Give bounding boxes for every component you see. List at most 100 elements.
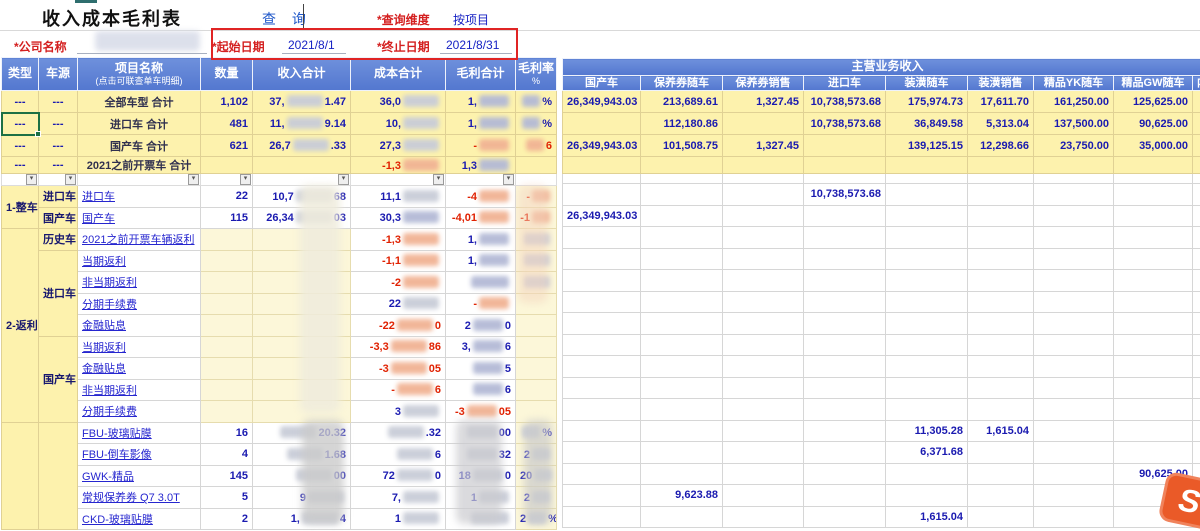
- cell: [563, 420, 641, 442]
- cell: [1193, 91, 1200, 113]
- censor-blur: [479, 139, 509, 151]
- cell: [804, 399, 886, 421]
- value-fragment: -3: [379, 363, 389, 375]
- cell-profit: 1,: [446, 250, 516, 272]
- project-link[interactable]: 当期返利: [82, 342, 126, 354]
- cell: [968, 313, 1034, 335]
- censor-blur: [403, 512, 439, 524]
- cell: [641, 463, 723, 485]
- cell: 161,250.00: [1034, 91, 1114, 113]
- project-link[interactable]: 国产车: [82, 213, 115, 225]
- value-fragment: 0: [435, 320, 441, 332]
- cell: [1193, 113, 1200, 135]
- censor-blur: [287, 117, 323, 129]
- cell: [641, 399, 723, 421]
- cell-source: ---: [39, 113, 78, 135]
- profit-table-left: 类型 车源 项目名称(点击可联查单车明细) 数量 收入合计 成本合计 毛利合计 …: [1, 57, 557, 530]
- value-fragment: 0: [505, 470, 511, 482]
- project-link[interactable]: FBU-倒车影像: [82, 449, 152, 461]
- cell: [804, 506, 886, 528]
- cell: 35,000.00: [1114, 135, 1193, 157]
- cell-margin: 2%: [516, 508, 557, 530]
- project-link[interactable]: 金融贴息: [82, 363, 126, 375]
- cell-profit: 32: [446, 444, 516, 466]
- value-fragment: 22: [389, 298, 401, 310]
- value-fragment: 72: [383, 470, 395, 482]
- cell-type[interactable]: ---: [2, 113, 39, 135]
- value-fragment: -4: [467, 191, 477, 203]
- project-link[interactable]: FBU-玻璃贴膜: [82, 428, 152, 440]
- cell: [641, 313, 723, 335]
- cell: [563, 113, 641, 135]
- project-link[interactable]: 2021之前开票车辆返利: [82, 234, 194, 246]
- project-link[interactable]: CKD-玻璃贴膜: [82, 514, 153, 526]
- query-button[interactable]: 查 询: [262, 9, 312, 29]
- cell: [1193, 313, 1200, 335]
- cell-cost: -3,386: [351, 336, 446, 358]
- project-link[interactable]: GWK-精品: [82, 471, 134, 483]
- cell-type[interactable]: ---: [2, 91, 39, 113]
- filter-dropdown-icon[interactable]: ▾: [240, 174, 251, 185]
- cell: [723, 205, 804, 227]
- table-row: 26,349,943.03213,689.611,327.4510,738,57…: [563, 91, 1200, 113]
- filter-dropdown-icon[interactable]: ▾: [503, 174, 514, 185]
- cell-profit: 1: [446, 487, 516, 509]
- project-link[interactable]: 金融贴息: [82, 320, 126, 332]
- query-dimension-value[interactable]: 按项目: [453, 11, 489, 28]
- filter-dropdown-icon[interactable]: ▾: [26, 174, 37, 185]
- value-fragment: -: [526, 191, 530, 203]
- col-header-7: 精品GW随车: [1114, 76, 1193, 91]
- cell-qty: [201, 315, 253, 337]
- project-link[interactable]: 当期返利: [82, 256, 126, 268]
- cell-qty: 1,102: [201, 91, 253, 113]
- cell-revenue: 1,4: [253, 508, 351, 530]
- censor-blur: [532, 491, 550, 503]
- filter-dropdown-icon[interactable]: ▾: [188, 174, 199, 185]
- cell: [723, 442, 804, 464]
- project-link[interactable]: 进口车: [82, 191, 115, 203]
- cell-type[interactable]: ---: [2, 135, 39, 157]
- filter-dropdown-icon[interactable]: ▾: [338, 174, 349, 185]
- cell: 26,349,943.03: [563, 135, 641, 157]
- table-row: 国产车国产车 115 26,3403 30,3 -4,01 -1: [2, 207, 557, 229]
- table-row: 金融贴息 -220 20: [2, 315, 557, 337]
- filter-dropdown-icon[interactable]: ▾: [65, 174, 76, 185]
- cell: [1034, 184, 1114, 206]
- project-link[interactable]: 分期手续费: [82, 406, 137, 418]
- cell-margin: %: [516, 422, 557, 444]
- cell: [563, 334, 641, 356]
- censor-blur: [524, 276, 550, 288]
- project-link[interactable]: 常规保养券 Q7 3.0T: [82, 492, 180, 504]
- cell-profit: 1,: [446, 113, 516, 135]
- cell-cost: 22: [351, 293, 446, 315]
- cell-type[interactable]: ---: [2, 157, 39, 174]
- project-link[interactable]: 非当期返利: [82, 385, 137, 397]
- project-link[interactable]: 非当期返利: [82, 277, 137, 289]
- cell-type-group: [2, 422, 39, 530]
- col-header-cost: 成本合计: [351, 58, 446, 91]
- cell-cost: 30,3: [351, 207, 446, 229]
- cell: [1034, 377, 1114, 399]
- project-link[interactable]: 分期手续费: [82, 299, 137, 311]
- col-header-margin: 毛利率%: [516, 58, 557, 91]
- value-fragment: 26,7: [269, 140, 290, 152]
- cell: [723, 113, 804, 135]
- cell-revenue: 1.68: [253, 444, 351, 466]
- company-name-field-redacted[interactable]: [95, 31, 200, 51]
- cell: [968, 485, 1034, 507]
- cell: [563, 291, 641, 313]
- start-date-underline: [282, 53, 346, 54]
- table-row: [563, 291, 1200, 313]
- summary-row: --- --- 全部车型 合计 1,102 37,1.47 36,0 1, %: [2, 91, 557, 113]
- cell: [723, 334, 804, 356]
- cell-project: 金融贴息: [78, 358, 201, 380]
- start-date-field[interactable]: 2021/8/1: [288, 38, 335, 52]
- cell-revenue: 9: [253, 487, 351, 509]
- value-fragment: 1.68: [325, 449, 346, 461]
- end-date-field[interactable]: 2021/8/31: [446, 38, 499, 52]
- cell: [1034, 506, 1114, 528]
- cell-type-group: 1-整车: [2, 186, 39, 229]
- value-fragment: 27,3: [380, 140, 401, 152]
- filter-dropdown-icon[interactable]: ▾: [433, 174, 444, 185]
- censor-blur: [293, 139, 329, 151]
